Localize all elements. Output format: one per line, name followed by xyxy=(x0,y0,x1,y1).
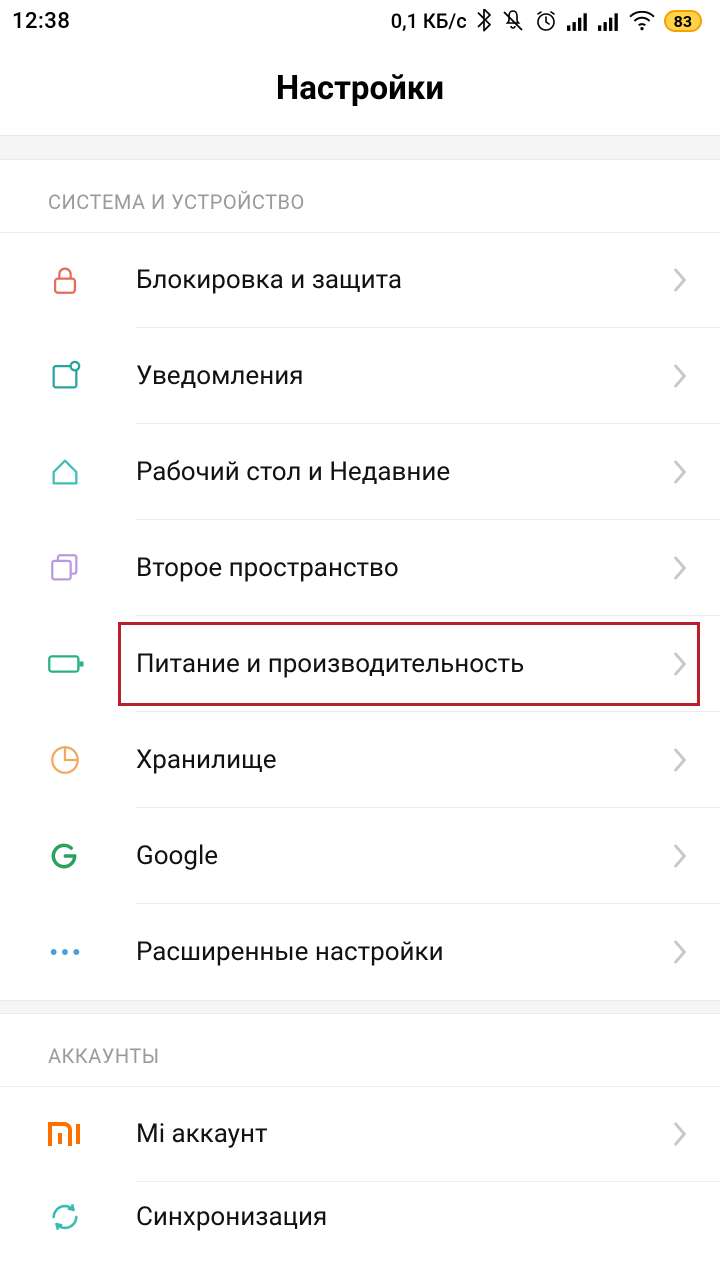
chevron-right-icon xyxy=(672,459,688,485)
section-gap xyxy=(0,1000,720,1014)
row-lock-security[interactable]: Блокировка и защита xyxy=(0,232,720,328)
row-notifications[interactable]: Уведомления xyxy=(0,328,720,424)
more-icon xyxy=(48,947,82,957)
row-label: Расширенные настройки xyxy=(136,937,672,967)
row-label: Рабочий стол и Недавние xyxy=(136,457,672,487)
second-space-icon xyxy=(48,551,82,585)
lock-icon xyxy=(48,263,82,297)
row-google[interactable]: Google xyxy=(0,808,720,904)
section-header-accounts: АККАУНТЫ xyxy=(0,1014,720,1086)
row-storage[interactable]: Хранилище xyxy=(0,712,720,808)
chevron-right-icon xyxy=(672,267,688,293)
settings-list-system: Блокировка и защита Уведомления Рабочий … xyxy=(0,232,720,1000)
row-second-space[interactable]: Второе пространство xyxy=(0,520,720,616)
battery-icon xyxy=(48,651,86,677)
bluetooth-icon xyxy=(476,9,492,33)
app-header: Настройки xyxy=(0,42,720,136)
row-label: Google xyxy=(136,841,672,871)
chevron-right-icon xyxy=(672,747,688,773)
row-sync[interactable]: Синхронизация xyxy=(0,1182,720,1252)
row-label: Mi аккаунт xyxy=(136,1119,672,1149)
section-header-system: СИСТЕМА И УСТРОЙСТВО xyxy=(0,160,720,232)
row-label: Хранилище xyxy=(136,745,672,775)
section-gap xyxy=(0,136,720,160)
row-battery-performance[interactable]: Питание и производительность xyxy=(0,616,720,712)
chevron-right-icon xyxy=(672,363,688,389)
sync-icon xyxy=(48,1200,82,1234)
alarm-icon xyxy=(534,9,558,33)
wifi-icon xyxy=(629,11,655,31)
status-time: 12:38 xyxy=(12,9,70,34)
battery-percent: 83 xyxy=(674,12,692,31)
signal-2-icon xyxy=(598,11,620,31)
mute-icon xyxy=(501,9,525,33)
row-label: Блокировка и защита xyxy=(136,265,672,295)
home-icon xyxy=(48,455,82,489)
google-icon xyxy=(48,840,80,872)
row-mi-account[interactable]: Mi аккаунт xyxy=(0,1086,720,1182)
chevron-right-icon xyxy=(672,843,688,869)
mi-logo-icon xyxy=(48,1122,84,1146)
battery-indicator: 83 xyxy=(664,10,702,32)
signal-1-icon xyxy=(567,11,589,31)
status-data-rate: 0,1 КБ/с xyxy=(391,9,467,33)
notifications-icon xyxy=(48,359,82,393)
row-label: Уведомления xyxy=(136,361,672,391)
page-title: Настройки xyxy=(276,69,444,108)
row-home-recents[interactable]: Рабочий стол и Недавние xyxy=(0,424,720,520)
row-advanced-settings[interactable]: Расширенные настройки xyxy=(0,904,720,1000)
status-bar: 12:38 0,1 КБ/с 83 xyxy=(0,0,720,42)
chevron-right-icon xyxy=(672,1121,688,1147)
row-label: Питание и производительность xyxy=(136,649,672,679)
chevron-right-icon xyxy=(672,651,688,677)
chevron-right-icon xyxy=(672,555,688,581)
settings-list-accounts: Mi аккаунт Синхронизация xyxy=(0,1086,720,1252)
status-right: 0,1 КБ/с 83 xyxy=(391,9,702,33)
chevron-right-icon xyxy=(672,939,688,965)
row-label: Синхронизация xyxy=(136,1202,672,1232)
row-label: Второе пространство xyxy=(136,553,672,583)
storage-icon xyxy=(48,743,82,777)
